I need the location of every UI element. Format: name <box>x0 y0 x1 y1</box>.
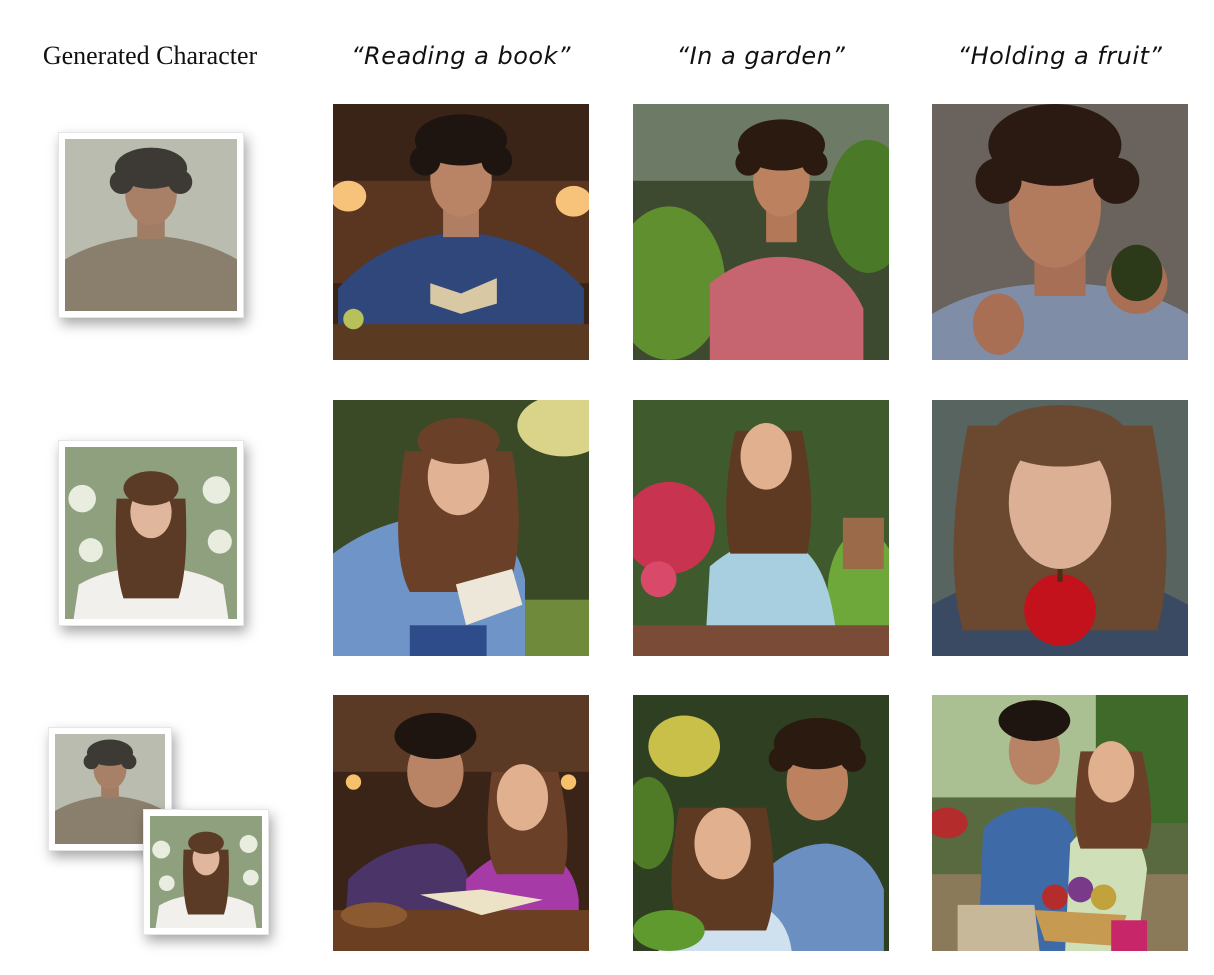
header-holding-a-fruit: “Holding a fruit” <box>957 42 1163 70</box>
image-couple-in-garden <box>633 695 889 951</box>
header-generated-character: Generated Character <box>42 41 258 70</box>
reference-man-photo <box>58 132 244 318</box>
image-man-in-garden <box>633 104 889 360</box>
image-man-holding-avocado <box>932 104 1188 360</box>
image-woman-reading-book <box>333 400 589 656</box>
reference-woman-photo-small <box>143 809 269 935</box>
image-couple-reading-book <box>333 695 589 951</box>
header-reading-a-book: “Reading a book” <box>351 42 571 70</box>
image-man-reading-book <box>333 104 589 360</box>
image-woman-in-garden <box>633 400 889 656</box>
image-couple-holding-fruit-basket <box>932 695 1188 951</box>
header-in-a-garden: “In a garden” <box>676 42 846 70</box>
image-woman-holding-apple <box>932 400 1188 656</box>
reference-woman-photo <box>58 440 244 626</box>
